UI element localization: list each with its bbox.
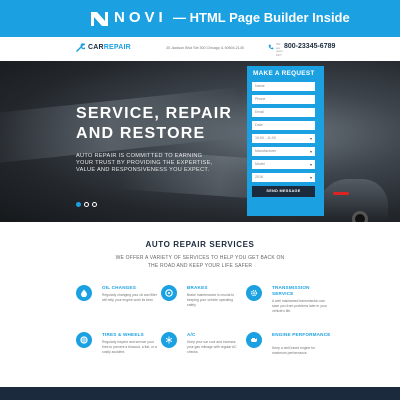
service-description: Regularly inspect and service your tires… [102, 340, 157, 354]
form-title: MAKE A REQUEST [253, 70, 315, 77]
year-value: 2016 [255, 175, 263, 179]
name-field[interactable]: Name [252, 82, 315, 91]
service-name: ENGINE PERFORMANCE [272, 332, 331, 337]
novi-tagline: — HTML Page Builder Inside [173, 10, 350, 25]
gear-icon [246, 285, 262, 301]
oil-icon [76, 285, 92, 301]
snowflake-icon [161, 332, 177, 348]
phone-block[interactable]: We are open 24/7 800-23345-6789 [268, 42, 335, 57]
send-message-button[interactable]: SEND MESSAGE [252, 186, 315, 197]
model-select[interactable]: Model ▾ [252, 160, 315, 169]
service-name: A/C [187, 332, 196, 337]
service-name: TIRES & WHEELS [102, 332, 144, 337]
service-description: Keep your car cool and increase your gas… [187, 340, 237, 354]
car-wheel [352, 211, 368, 222]
novi-logo-icon [91, 12, 108, 26]
phone-field[interactable]: Phone [252, 95, 315, 104]
manufacturer-select[interactable]: Manufacturer ▾ [252, 147, 315, 156]
chevron-down-icon: ▾ [309, 175, 312, 180]
phone-caption: We are open 24/7 [276, 42, 283, 57]
service-name: TRANSMISSION SERVICE [272, 285, 310, 296]
year-select[interactable]: 2016 ▾ [252, 173, 315, 182]
wrench-icon [76, 43, 85, 52]
tire-icon [76, 332, 92, 348]
slider-dots [76, 202, 97, 207]
request-form: MAKE A REQUEST Name Phone Email Date 10:… [247, 66, 324, 216]
footer-strip [0, 387, 400, 400]
service-name: BRAKES [187, 285, 208, 290]
chevron-down-icon: ▾ [309, 149, 312, 154]
time-select[interactable]: 10:00 - 11:00 ▾ [252, 134, 315, 143]
email-field[interactable]: Email [252, 108, 315, 117]
car-taillight [333, 192, 349, 195]
service-description: Regularly changing your oil and filter w… [102, 293, 157, 302]
phone-icon [268, 44, 274, 50]
site-logo[interactable]: CARREPAIR [76, 43, 131, 52]
services-title: AUTO REPAIR SERVICES [145, 240, 255, 249]
chevron-down-icon: ▾ [309, 162, 312, 167]
service-name: OIL CHANGES [102, 285, 137, 290]
service-description: Keep a well-tuned engine for maximum per… [272, 346, 316, 355]
engine-icon [246, 332, 262, 348]
novi-banner: NOVI — HTML Page Builder Inside [0, 0, 400, 37]
hero-title: SERVICE, REPAIR AND RESTORE [76, 105, 233, 142]
address-text: 35 Jackson Blvd Ste 300 Chicago IL 60604… [166, 46, 244, 50]
hero-description: AUTO REPAIR IS COMMITTED TO EARNING YOUR… [76, 153, 213, 174]
novi-brand: NOVI [114, 9, 167, 26]
model-value: Model [255, 162, 265, 166]
service-description: Brake maintenance is crucial to keeping … [187, 293, 235, 307]
site-header: CARREPAIR 35 Jackson Blvd Ste 300 Chicag… [0, 37, 400, 61]
time-select-value: 10:00 - 11:00 [255, 136, 276, 140]
logo-prefix: CAR [88, 44, 104, 51]
manufacturer-value: Manufacturer [255, 149, 277, 153]
logo-suffix: REPAIR [103, 44, 131, 51]
phone-number[interactable]: 800-23345-6789 [284, 43, 335, 50]
slider-dot-2[interactable] [84, 202, 89, 207]
service-description: A well maintained transmission can save … [272, 299, 327, 313]
slider-dot-1[interactable] [76, 202, 81, 207]
date-field[interactable]: Date [252, 121, 315, 130]
services-subtitle: WE OFFER A VARIETY OF SERVICES TO HELP Y… [115, 255, 285, 269]
chevron-down-icon: ▾ [309, 136, 312, 141]
slider-dot-3[interactable] [92, 202, 97, 207]
brake-icon [161, 285, 177, 301]
